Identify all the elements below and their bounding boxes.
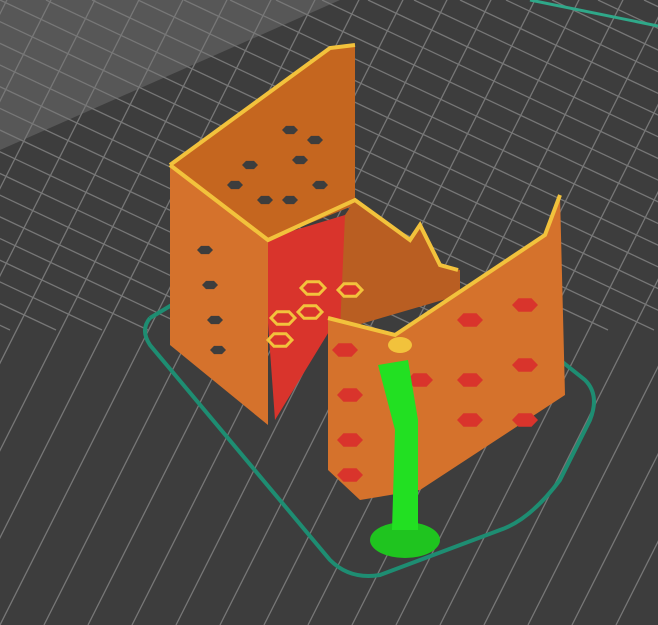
hex — [265, 332, 295, 348]
hex — [268, 310, 298, 326]
support-top — [388, 337, 412, 353]
grid-line — [571, 452, 658, 625]
scene-canvas[interactable] — [0, 0, 658, 625]
3d-preview-viewport[interactable] — [0, 0, 658, 625]
hex — [298, 280, 328, 296]
hex — [295, 304, 325, 320]
bed-edge — [529, 0, 658, 28]
hex — [335, 282, 365, 298]
grid-line — [615, 540, 658, 625]
